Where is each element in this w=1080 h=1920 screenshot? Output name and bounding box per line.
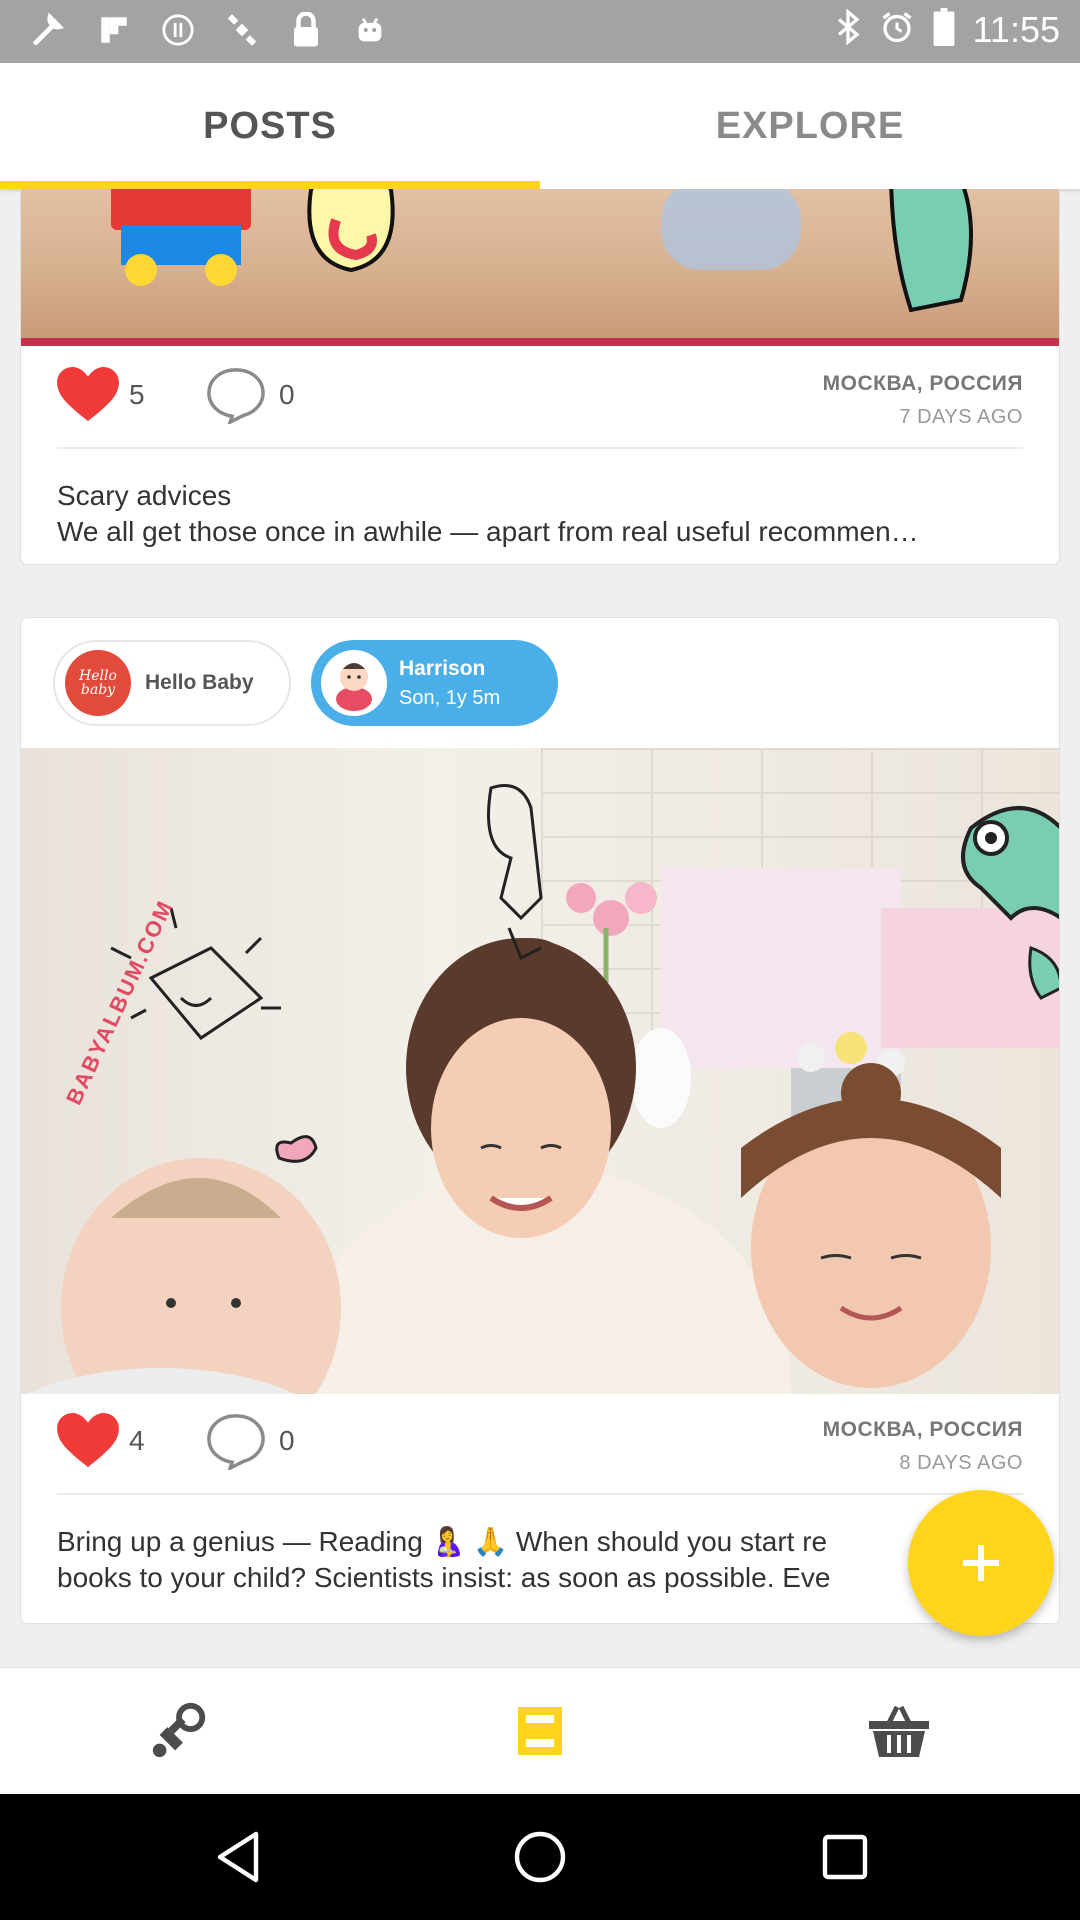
- bluetooth-icon: [835, 8, 861, 50]
- post-body[interactable]: Bring up a genius — Reading 🤱 🙏 When sho…: [57, 1524, 1023, 1596]
- comments-count: 0: [279, 1425, 295, 1456]
- brand-logo: Hello baby: [65, 650, 131, 716]
- system-nav-bar: [0, 1794, 1080, 1920]
- child-chip[interactable]: Harrison Son, 1y 5m: [311, 640, 558, 726]
- likes-count: 5: [129, 379, 145, 410]
- satellite-icon: [222, 10, 262, 50]
- likes-count: 4: [129, 1425, 145, 1456]
- baby-shoe: [661, 189, 801, 270]
- post-excerpt: We all get those once in awhile — apart …: [57, 516, 919, 547]
- child-name: Harrison: [399, 656, 486, 680]
- post-meta: МОСКВА, РОССИЯ 8 DAYS AGO: [823, 1418, 1023, 1475]
- post-card[interactable]: Hello baby Hello Baby Harrison Son, 1y 5…: [20, 617, 1060, 1624]
- home-icon[interactable]: [510, 1827, 570, 1887]
- add-post-button[interactable]: [908, 1490, 1054, 1636]
- status-bar: 11:55: [0, 0, 1080, 63]
- basket-icon: [869, 1705, 929, 1757]
- post-meta: МОСКВА, РОССИЯ 7 DAYS AGO: [823, 372, 1023, 429]
- android-icon: [350, 10, 390, 50]
- dino-sticker: [889, 189, 973, 313]
- posts-feed[interactable]: 5 0 МОСКВА, РОССИЯ 7 DAYS AGO Scary advi…: [0, 189, 1080, 1667]
- active-tab-indicator: [0, 181, 540, 189]
- child-age: Son, 1y 5m: [399, 686, 501, 709]
- wrench-icon: [30, 10, 70, 50]
- post-stats: 4 0: [57, 1411, 295, 1471]
- album-icon: [518, 1707, 562, 1755]
- brand-chip[interactable]: Hello baby Hello Baby: [53, 640, 291, 726]
- family-photo: [26, 784, 1059, 1394]
- divider: [57, 447, 1023, 449]
- heart-icon[interactable]: [57, 367, 119, 423]
- post-card[interactable]: 5 0 МОСКВА, РОССИЯ 7 DAYS AGO Scary advi…: [20, 189, 1060, 565]
- nav-pacifier[interactable]: [146, 1698, 212, 1764]
- comment-icon[interactable]: [205, 1412, 267, 1470]
- flipboard-icon: [94, 10, 134, 50]
- post-photo[interactable]: BABYALBUM.COM: [21, 748, 1059, 1394]
- nav-album[interactable]: [507, 1698, 573, 1764]
- lock-icon: [286, 10, 326, 50]
- alarm-icon: [879, 9, 915, 50]
- comments-count: 0: [279, 379, 295, 410]
- tab-explore[interactable]: EXPLORE: [540, 63, 1080, 189]
- divider: [57, 1493, 1023, 1495]
- post-time: 8 DAYS AGO: [899, 1452, 1023, 1474]
- plus-icon: [963, 1545, 999, 1581]
- post-title: Scary advices: [57, 480, 232, 511]
- pause-circle-icon: [158, 10, 198, 50]
- post-location: МОСКВА, РОССИЯ: [822, 1418, 1023, 1441]
- monster-sticker: [307, 189, 395, 273]
- toy-truck-sticker: [111, 189, 251, 286]
- pacifier-icon: [152, 1702, 206, 1758]
- post-excerpt-line-2: books to your child? Scientists insist: …: [57, 1562, 831, 1593]
- post-stats: 5 0: [57, 365, 295, 425]
- post-body[interactable]: Scary advices We all get those once in a…: [57, 478, 1023, 550]
- battery-icon: [933, 8, 955, 51]
- nav-basket[interactable]: [866, 1698, 932, 1764]
- brand-name: Hello Baby: [145, 671, 254, 694]
- bottom-nav: [0, 1667, 1080, 1794]
- heart-icon[interactable]: [57, 1413, 119, 1469]
- back-icon[interactable]: [208, 1827, 268, 1887]
- tab-posts[interactable]: POSTS: [0, 63, 540, 189]
- post-photo[interactable]: [21, 189, 1059, 346]
- post-location: МОСКВА, РОССИЯ: [822, 372, 1023, 395]
- child-avatar: [321, 650, 387, 716]
- recents-icon[interactable]: [815, 1827, 875, 1887]
- comment-icon[interactable]: [205, 366, 267, 424]
- status-time: 11:55: [972, 8, 1060, 50]
- post-time: 7 DAYS AGO: [899, 406, 1023, 428]
- post-excerpt-line-1: Bring up a genius — Reading 🤱 🙏 When sho…: [57, 1526, 828, 1557]
- tab-bar: POSTS EXPLORE: [0, 63, 1080, 189]
